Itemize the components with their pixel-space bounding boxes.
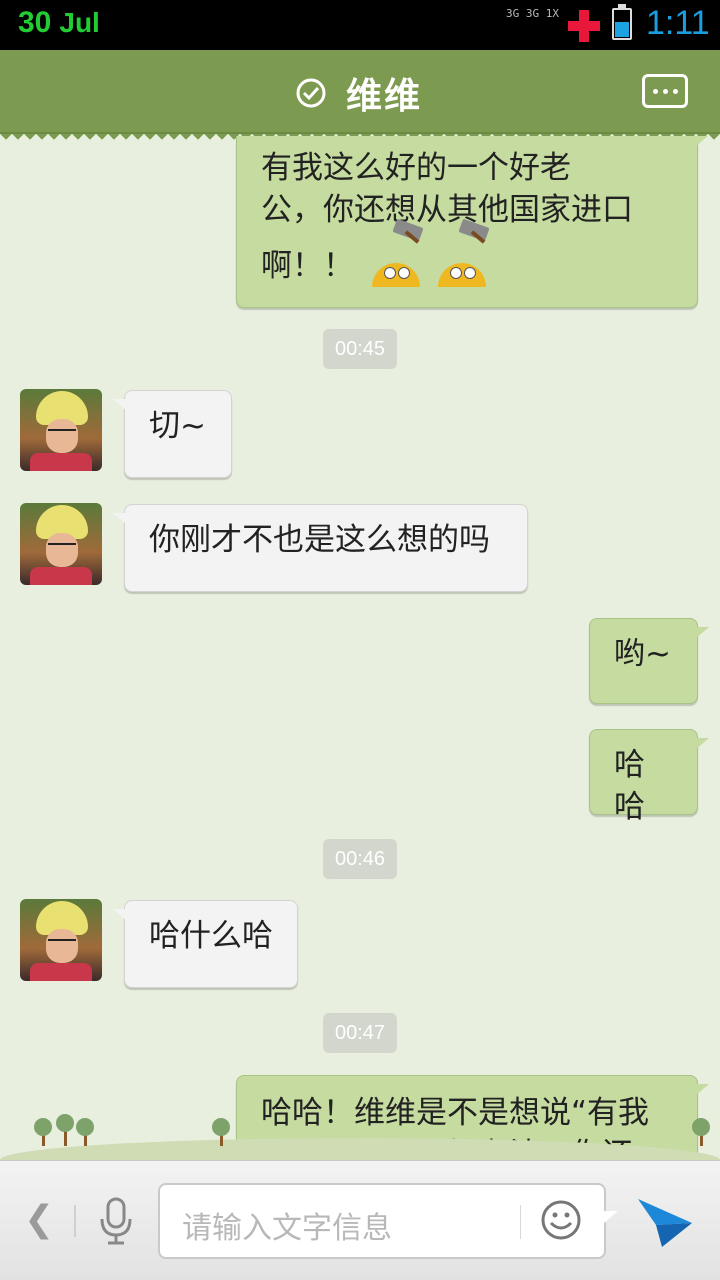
timestamp: 00:45 bbox=[323, 329, 397, 369]
status-month: Jul bbox=[59, 7, 100, 38]
divider bbox=[520, 1205, 521, 1239]
message-text: 有我这么好的一个好老 bbox=[261, 150, 571, 186]
network-signal-icon: 3G 3G 1X bbox=[506, 8, 562, 42]
message-text: 这么好的一个好老婆，你还 bbox=[261, 1137, 633, 1160]
message-text-line: 啊！！ bbox=[261, 218, 675, 287]
message-text: 哈哈 bbox=[614, 747, 645, 825]
chat-header: 维维 bbox=[0, 50, 720, 140]
chat-title: 维维 bbox=[346, 76, 423, 117]
message-text: 哈什么哈 bbox=[149, 918, 273, 954]
battery-level bbox=[615, 21, 629, 37]
message-bubble-outgoing[interactable]: 哟~ bbox=[589, 618, 709, 704]
smiley-icon[interactable] bbox=[540, 1199, 582, 1241]
battery-icon bbox=[612, 4, 632, 40]
send-arrow-icon[interactable] bbox=[636, 1195, 694, 1249]
divider bbox=[74, 1205, 76, 1237]
red-cross-icon bbox=[568, 10, 600, 42]
hammer-emoji-icon bbox=[371, 218, 424, 287]
message-bubble-outgoing[interactable]: 有我这么好的一个好老 公，你还想从其他国家进口 啊！！ bbox=[236, 136, 709, 308]
timestamp: 00:47 bbox=[323, 1013, 397, 1053]
microphone-icon[interactable] bbox=[98, 1197, 134, 1245]
message-bubble-incoming[interactable]: 哈什么哈 bbox=[113, 900, 298, 988]
avatar[interactable] bbox=[20, 503, 102, 585]
status-bar: 30 Jul 3G 3G 1X 1:11 bbox=[0, 0, 720, 50]
message-bubble-incoming[interactable]: 切~ bbox=[113, 390, 232, 478]
status-day: 30 bbox=[18, 6, 52, 39]
message-text: 哟~ bbox=[614, 636, 671, 672]
more-dot bbox=[662, 88, 668, 94]
avatar[interactable] bbox=[20, 389, 102, 471]
message-text: 哈哈！维维是不是想说“有我 bbox=[261, 1095, 650, 1131]
status-date: 30 Jul bbox=[18, 6, 100, 40]
input-bar: ❮ 请输入文字信息 bbox=[0, 1160, 720, 1280]
more-options-button[interactable] bbox=[642, 74, 688, 108]
check-circle-icon bbox=[296, 78, 326, 108]
avatar[interactable] bbox=[20, 899, 102, 981]
message-text: 啊！！ bbox=[261, 248, 354, 284]
more-dots-icon bbox=[652, 88, 658, 94]
message-text: 切~ bbox=[149, 408, 206, 444]
network-label: 3G 3G 1X bbox=[506, 7, 559, 20]
status-time: 1:11 bbox=[646, 4, 710, 42]
message-input[interactable]: 请输入文字信息 bbox=[158, 1183, 618, 1259]
message-bubble-incoming[interactable]: 你刚才不也是这么想的吗 bbox=[113, 504, 528, 592]
chevron-left-icon[interactable]: ❮ bbox=[24, 1199, 54, 1240]
message-input-placeholder: 请输入文字信息 bbox=[182, 1211, 392, 1246]
message-list[interactable]: 有我这么好的一个好老 公，你还想从其他国家进口 啊！！ 00:45 切~ 你刚才… bbox=[0, 136, 720, 1160]
chat-title-group[interactable]: 维维 bbox=[296, 70, 423, 117]
message-bubble-outgoing[interactable]: 哈哈！维维是不是想说“有我 这么好的一个好老婆，你还 bbox=[236, 1075, 709, 1160]
message-text: 你刚才不也是这么想的吗 bbox=[149, 522, 490, 558]
more-dot bbox=[672, 88, 678, 94]
timestamp: 00:46 bbox=[323, 839, 397, 879]
hammer-emoji-icon bbox=[437, 218, 490, 287]
message-bubble-outgoing[interactable]: 哈哈 bbox=[589, 729, 709, 825]
